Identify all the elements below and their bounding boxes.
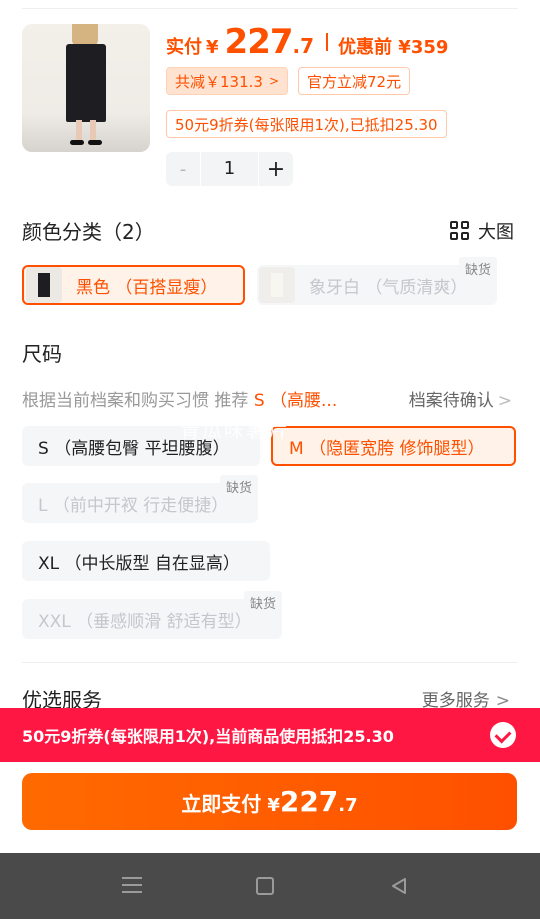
color-swatch-ivory [259,267,295,303]
color-option-label: 黑色 （百搭显瘦） [76,277,218,298]
back-icon[interactable] [390,877,408,895]
coupon-banner-text: 50元9折券(每张限用1次),当前商品使用抵扣25.30 [22,727,394,746]
pay-price-integer: 227 [279,785,339,818]
chevron-right-icon: > [497,391,512,411]
price-symbol: ¥ [206,37,219,58]
increase-button[interactable]: + [259,157,293,182]
home-icon[interactable] [256,877,274,895]
color-option-label: 象牙白 （气质清爽） [309,277,468,298]
big-image-toggle[interactable]: 大图 [450,218,514,244]
total-saved-chip[interactable]: 共减￥131.3 > [166,67,289,95]
original-price: 优惠前 ¥359 [338,37,449,58]
pay-label: 立即支付 [181,792,262,816]
price-integer: 227 [224,22,294,62]
grid-icon [450,221,470,241]
quantity-input[interactable]: 1 [200,152,259,186]
big-image-label: 大图 [478,222,514,243]
product-thumbnail[interactable] [22,24,150,152]
recommend-prefix: 根据当前档案和购买习惯 推荐 [22,391,249,411]
recommend-value: S （高腰... [253,391,338,411]
official-discount-label: 官方立减72元 [307,72,402,91]
system-nav-bar [0,853,540,919]
quantity-stepper: - 1 + [166,152,293,186]
size-section-title: 尺码 [22,342,62,366]
total-saved-label: 共减￥131.3 [175,72,263,91]
size-recommendation: 根据当前档案和购买习惯 推荐 S （高腰... [22,386,337,411]
coupon-chip-label: 50元9折券(每张限用1次),已抵扣25.30 [175,115,438,134]
size-option-xxl[interactable]: XXL （垂感顺滑 舒适有型） 缺货 [22,591,282,639]
coupon-banner[interactable]: 50元9折券(每张限用1次),当前商品使用抵扣25.30 [0,708,540,762]
price-separator [326,33,329,51]
out-of-stock-badge: 缺货 [219,475,258,498]
menu-icon[interactable] [122,877,142,895]
size-option-xl[interactable]: XL （中长版型 自在显高） [22,541,270,581]
paid-label: 实付 [166,37,202,58]
decrease-button[interactable]: - [166,159,200,180]
pay-now-button[interactable]: 立即支付 ¥ 227 .7 [22,773,517,830]
size-option-label: XXL （垂感顺滑 舒适有型） [38,611,252,632]
color-option-ivory[interactable]: 象牙白 （气质清爽） 缺货 [257,257,497,305]
size-option-m[interactable]: M （隐匿宽胯 修饰腿型） [271,426,516,466]
pay-symbol: ¥ [267,795,280,816]
coupon-chip: 50元9折券(每张限用1次),已抵扣25.30 [166,110,447,138]
official-discount-chip: 官方立减72元 [298,67,411,95]
top-divider [22,8,518,9]
check-circle-icon[interactable] [490,722,516,748]
color-option-black[interactable]: 黑色 （百搭显瘦） [22,265,245,305]
price-decimal: .7 [292,34,315,58]
size-option-label: L （前中开衩 行走便捷） [38,495,229,516]
watermark: 青瓜味薯片 [180,418,290,442]
pay-price-decimal: .7 [338,795,358,816]
chevron-right-icon: > [268,74,280,88]
out-of-stock-badge: 缺货 [458,257,497,280]
section-divider [22,662,518,663]
profile-confirm-link[interactable]: 档案待确认 > [409,386,512,411]
profile-link-label: 档案待确认 [408,391,494,411]
price-row: 实付 ¥ 227 .7 优惠前 ¥359 [166,22,448,62]
out-of-stock-badge: 缺货 [243,591,282,614]
color-section-title: 颜色分类（2） [22,220,155,244]
size-option-l[interactable]: L （前中开衩 行走便捷） 缺货 [22,475,258,523]
color-swatch-black [26,267,62,303]
